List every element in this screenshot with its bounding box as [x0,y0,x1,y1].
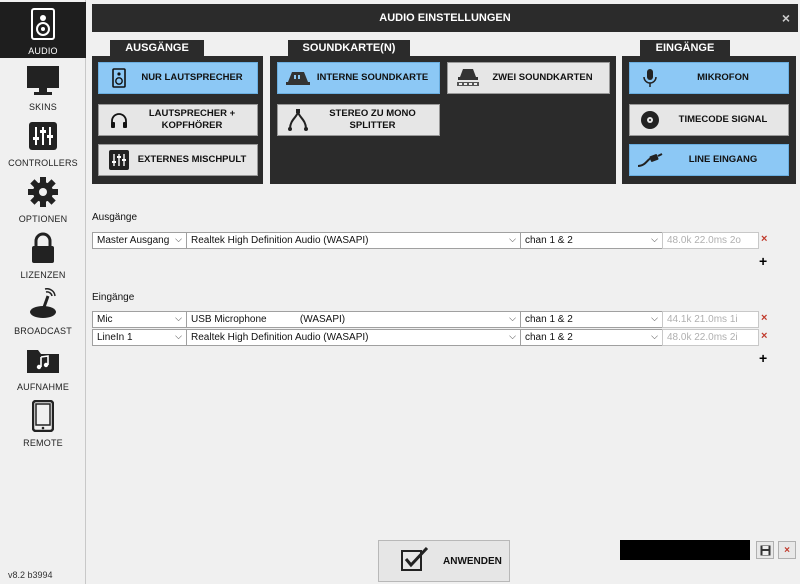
chevron-down-icon: ⌵ [651,313,658,323]
sidebar-item-label: AUDIO [28,46,58,56]
checkbox-check-icon [401,546,429,576]
version-label: v8.2 b3994 [8,570,53,580]
apply-button[interactable]: ANWENDEN [378,540,510,582]
sliders-icon [23,118,63,154]
input-chan-select[interactable]: chan 1 & 2 ⌵ [520,329,663,346]
lock-icon [23,230,63,266]
sidebar-item-controllers[interactable]: CONTROLLERS [0,114,86,170]
sidebar-item-label: SKINS [28,102,57,112]
input-channel-select[interactable]: LineIn 1 ⌵ [92,329,187,346]
input-chan-select[interactable]: chan 1 & 2 ⌵ [520,311,663,328]
speaker-icon [23,6,63,42]
delete-input-icon[interactable]: × [761,330,767,342]
mikrofon-button[interactable]: MIKROFON [629,62,789,94]
interne-soundkarte-button[interactable]: INTERNE SOUNDKARTE [277,62,440,94]
table-row: Mic ⌵ USB Microphone (WASAPI) ⌵ chan 1 & 2… [92,311,759,328]
close-icon[interactable]: × [782,10,790,26]
sidebar-item-label: BROADCAST [14,326,72,336]
table-row: Master Ausgang ⌵ Realtek High Definition … [92,232,759,249]
save-icon[interactable] [756,541,774,559]
sidebar-item-audio[interactable]: AUDIO [0,2,86,58]
tablet-icon [23,398,63,434]
broadcast-icon [23,286,63,322]
table-row: LineIn 1 ⌵ Realtek High Definition Audio … [92,329,759,346]
chevron-down-icon: ⌵ [651,331,658,341]
sliders-icon [105,146,133,174]
sidebar-item-optionen[interactable]: OPTIONEN [0,170,86,226]
inputs-section-label: Eingänge [92,292,135,303]
input-info-field: 48.0k 22.0ms 2i [662,329,759,346]
delete-output-icon[interactable]: × [761,233,767,245]
output-channel-select[interactable]: Master Ausgang ⌵ [92,232,187,249]
chevron-down-icon: ⌵ [175,313,182,323]
input-channel-select[interactable]: Mic ⌵ [92,311,187,328]
add-input-icon[interactable]: + [759,350,767,366]
gear-icon [23,174,63,210]
line-eingang-button[interactable]: LINE EINGANG [629,144,789,176]
sidebar-item-label: REMOTE [23,438,63,448]
line-cable-icon [636,146,664,174]
headphones-icon [105,106,133,134]
sidebar: AUDIO SKINS CONTROLLERS OPTIONEN LIZENZE… [0,0,86,584]
delete-preset-icon[interactable]: × [778,541,796,559]
dual-soundcard-icon [454,64,482,92]
add-output-icon[interactable]: + [759,253,767,269]
timecode-signal-button[interactable]: TIMECODE SIGNAL [629,104,789,136]
sidebar-item-label: OPTIONEN [18,214,68,224]
chevron-down-icon: ⌵ [175,234,182,244]
nur-lautsprecher-button[interactable]: NUR LAUTSPRECHER [98,62,258,94]
output-info-field: 48.0k 22.0ms 2o [662,232,759,249]
chevron-down-icon: ⌵ [651,234,658,244]
speaker-icon [105,64,133,92]
sidebar-item-remote[interactable]: REMOTE [0,394,86,450]
sidebar-item-aufnahme[interactable]: AUFNAHME [0,338,86,394]
window-title: AUDIO EINSTELLUNGEN [379,12,511,24]
output-device-select[interactable]: Realtek High Definition Audio (WASAPI) ⌵ [186,232,521,249]
delete-input-icon[interactable]: × [761,312,767,324]
sidebar-item-label: CONTROLLERS [8,158,78,168]
inputs-panel-title: EINGÄNGE [640,40,730,56]
zwei-soundkarten-button[interactable]: ZWEI SOUNDKARTEN [447,62,610,94]
chevron-down-icon: ⌵ [175,331,182,341]
sidebar-item-broadcast[interactable]: BROADCAST [0,282,86,338]
input-device-select[interactable]: Realtek High Definition Audio (WASAPI) ⌵ [186,329,521,346]
splitter-cable-icon [284,106,312,134]
sidebar-item-skins[interactable]: SKINS [0,58,86,114]
preset-name-field[interactable] [620,540,750,560]
stereo-zu-mono-splitter-button[interactable]: STEREO ZU MONO SPLITTER [277,104,440,136]
sidebar-item-lizenzen[interactable]: LIZENZEN [0,226,86,282]
mixer-deck-icon [284,64,312,92]
lautsprecher-kopfhoerer-button[interactable]: LAUTSPRECHER + KOPFHÖRER [98,104,258,136]
soundcard-panel-title: SOUNDKARTE(N) [288,40,410,56]
input-device-select[interactable]: USB Microphone (WASAPI) ⌵ [186,311,521,328]
outputs-section-label: Ausgänge [92,212,138,223]
externes-mischpult-button[interactable]: EXTERNES MISCHPULT [98,144,258,176]
monitor-icon [23,62,63,98]
outputs-panel-title: AUSGÄNGE [110,40,204,56]
vinyl-icon [636,106,664,134]
sidebar-item-label: AUFNAHME [16,382,70,392]
chevron-down-icon: ⌵ [509,234,516,244]
window-title-bar: AUDIO EINSTELLUNGEN × [92,4,798,32]
sidebar-item-label: LIZENZEN [20,270,66,280]
chevron-down-icon: ⌵ [509,331,516,341]
chevron-down-icon: ⌵ [509,313,516,323]
folder-music-icon [23,342,63,378]
microphone-icon [636,64,664,92]
input-info-field: 44.1k 21.0ms 1i [662,311,759,328]
output-chan-select[interactable]: chan 1 & 2 ⌵ [520,232,663,249]
